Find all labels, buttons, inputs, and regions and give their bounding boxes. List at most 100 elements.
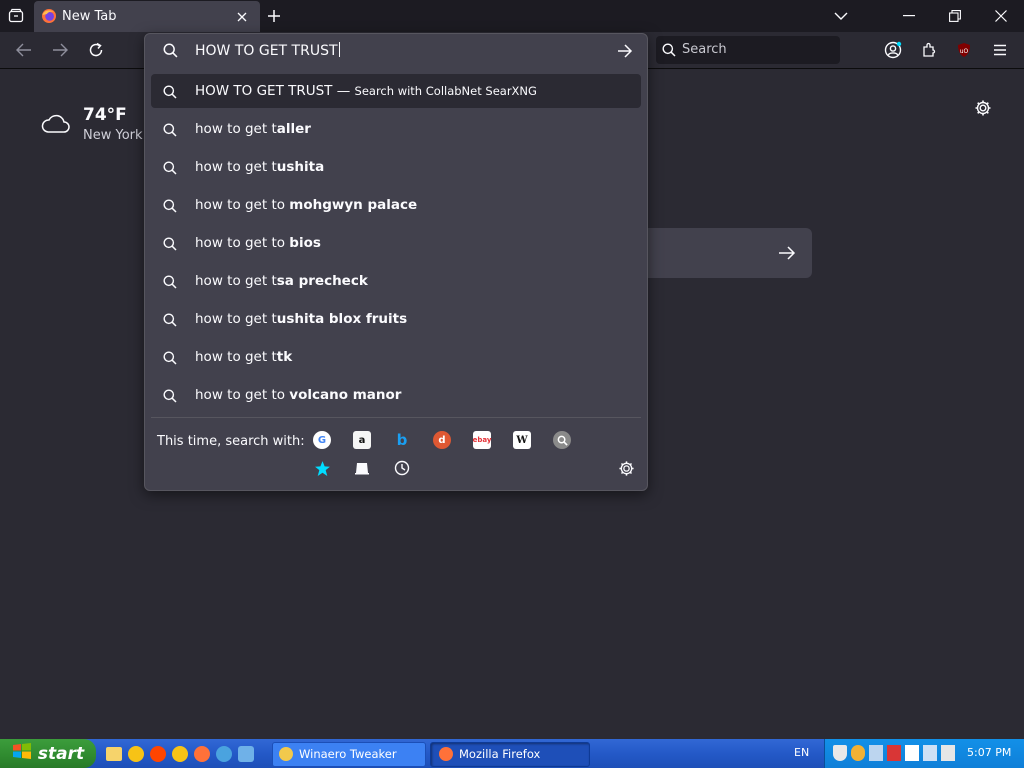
searxng-icon[interactable] <box>553 431 571 449</box>
reddit-icon[interactable] <box>150 746 166 762</box>
tabs-icon[interactable] <box>353 459 371 477</box>
suggestion-row[interactable]: how to get tsa precheck <box>151 264 641 298</box>
weather-location: New York <box>83 128 143 143</box>
suggestion-row[interactable]: how to get tushita <box>151 150 641 184</box>
suggestion-prefix: how to get to <box>195 235 290 251</box>
close-window-icon[interactable] <box>988 4 1014 28</box>
duckduckgo-icon[interactable]: d <box>433 431 451 449</box>
suggestion-prefix: how to get to <box>195 387 290 403</box>
search-icon <box>163 350 177 369</box>
suggestion-prefix: how to get t <box>195 121 277 137</box>
cloud-icon <box>40 112 70 138</box>
suggestion-primary[interactable]: HOW TO GET TRUST — Search with CollabNet… <box>151 74 641 108</box>
start-label: start <box>37 743 85 764</box>
suggestion-completion: bios <box>289 235 321 251</box>
search-icon <box>163 43 178 62</box>
monitor-icon[interactable] <box>905 745 919 761</box>
suggestion-prefix: how to get t <box>195 159 277 175</box>
extensions-icon[interactable] <box>918 39 940 61</box>
page-search-box[interactable] <box>640 228 812 278</box>
account-icon[interactable] <box>882 39 904 61</box>
ebay-icon[interactable]: ebay <box>473 431 491 449</box>
suggestion-text: HOW TO GET TRUST <box>195 83 333 99</box>
firefox-icon <box>439 747 453 761</box>
tab-title: New Tab <box>62 9 117 24</box>
tab-list-icon[interactable] <box>6 6 26 26</box>
volume-muted-icon[interactable] <box>941 745 955 761</box>
suggestion-prefix: how to get t <box>195 349 277 365</box>
system-tray: 5:07 PM <box>824 739 1024 768</box>
google-icon[interactable]: G <box>313 431 331 449</box>
firefox-icon[interactable] <box>194 746 210 762</box>
shield-icon[interactable] <box>833 745 847 761</box>
suggestion-row[interactable]: how to get ttk <box>151 340 641 374</box>
folder-icon[interactable] <box>106 747 122 761</box>
suggestion-completion: volcano manor <box>289 387 402 403</box>
search-settings-gear-icon[interactable] <box>616 458 636 478</box>
suggestion-row[interactable]: how to get tushita blox fruits <box>151 302 641 336</box>
display-icon[interactable] <box>923 745 937 761</box>
bing-icon[interactable]: b <box>393 431 411 449</box>
paint-icon[interactable] <box>238 746 254 762</box>
network-icon[interactable] <box>869 745 883 761</box>
new-tab-icon[interactable] <box>264 6 284 26</box>
back-icon[interactable] <box>12 40 36 60</box>
task-label: Mozilla Firefox <box>459 747 541 761</box>
history-icon[interactable] <box>393 459 411 477</box>
go-arrow-icon[interactable] <box>617 43 633 62</box>
restore-icon[interactable] <box>942 4 968 28</box>
firefox-icon <box>41 8 57 24</box>
search-icon <box>163 274 177 293</box>
app-icon[interactable] <box>172 746 188 762</box>
start-button[interactable]: start <box>0 739 96 768</box>
suggestion-row[interactable]: how to get to volcano manor <box>151 378 641 412</box>
close-tab-icon[interactable] <box>232 7 252 27</box>
arrow-right-icon[interactable] <box>778 245 796 265</box>
quick-launch <box>106 744 266 764</box>
app-icon[interactable] <box>128 746 144 762</box>
search-icon[interactable] <box>851 745 865 761</box>
settings-gear-icon[interactable] <box>972 97 994 119</box>
language-indicator[interactable]: EN <box>794 746 809 759</box>
separator-dash: — <box>336 83 351 99</box>
task-label: Winaero Tweaker <box>299 747 397 761</box>
amazon-icon[interactable]: a <box>353 431 371 449</box>
search-icon <box>662 42 676 61</box>
suggestion-row[interactable]: how to get to bios <box>151 226 641 260</box>
menu-icon[interactable] <box>989 39 1011 61</box>
suggestion-row[interactable]: how to get to mohgwyn palace <box>151 188 641 222</box>
suggestion-completion: sa precheck <box>276 273 368 289</box>
search-icon <box>163 122 177 141</box>
urlbar[interactable]: HOW TO GET TRUST <box>145 34 647 68</box>
list-all-tabs-icon[interactable] <box>830 6 852 26</box>
suggestion-row[interactable]: how to get taller <box>151 112 641 146</box>
search-placeholder: Search <box>682 42 727 57</box>
ie-icon[interactable] <box>216 746 232 762</box>
suggestion-completion: tk <box>276 349 293 365</box>
clock: 5:07 PM <box>967 746 1012 759</box>
divider <box>151 417 641 418</box>
suggestion-completion: aller <box>276 121 311 137</box>
svg-text:uO: uO <box>960 48 969 55</box>
reload-icon[interactable] <box>84 39 108 61</box>
urlbar-input[interactable]: HOW TO GET TRUST <box>195 42 340 59</box>
tray-icons <box>833 745 955 761</box>
search-icon <box>163 312 177 331</box>
winaero-icon <box>279 747 293 761</box>
tab-new-tab[interactable]: New Tab <box>34 1 260 32</box>
search-bar[interactable]: Search <box>656 36 840 64</box>
suggestion-completion: ushita <box>276 159 325 175</box>
task-winaero-tweaker[interactable]: Winaero Tweaker <box>272 742 426 767</box>
search-icon <box>163 236 177 255</box>
search-icon <box>163 160 177 179</box>
bookmarks-icon[interactable] <box>313 459 331 477</box>
wikipedia-icon[interactable]: W <box>513 431 531 449</box>
ublock-origin-icon[interactable]: uO <box>953 39 975 61</box>
search-icon <box>163 388 177 407</box>
minimize-icon[interactable] <box>896 4 922 28</box>
forward-icon[interactable] <box>48 40 72 60</box>
security-icon[interactable] <box>887 745 901 761</box>
suggestion-prefix: how to get t <box>195 273 277 289</box>
task-mozilla-firefox[interactable]: Mozilla Firefox <box>430 742 590 767</box>
suggestion-completion: mohgwyn palace <box>289 197 418 213</box>
